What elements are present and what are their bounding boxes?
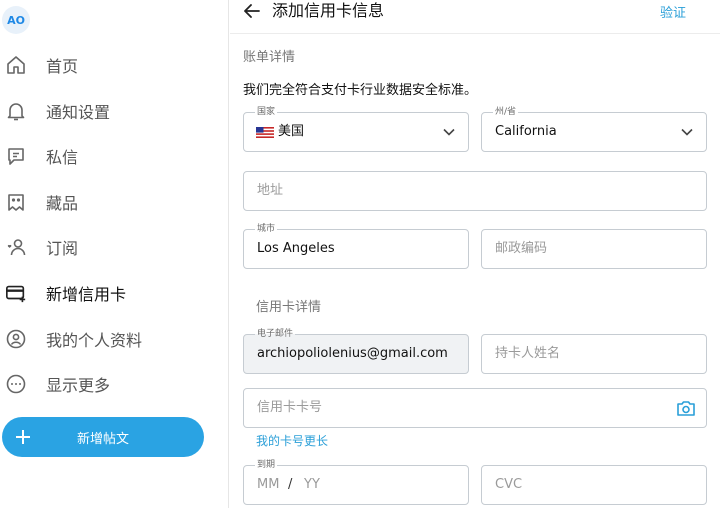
country-select[interactable]: 国家 美国: [243, 106, 469, 152]
avatar[interactable]: AO: [2, 6, 30, 34]
home-icon: [5, 54, 27, 76]
city-value: Los Angeles: [257, 241, 335, 256]
sidebar-item-label: 通知设置: [46, 103, 111, 122]
sidebar-item-notifications[interactable]: 通知设置: [0, 91, 225, 131]
main-content: 添加信用卡信息 验证 账单详情 我们完全符合支付卡行业数据安全标准。 国家 美国…: [230, 0, 720, 508]
sidebar-item-home[interactable]: 首页: [0, 45, 225, 85]
sidebar-item-label: 首页: [46, 57, 79, 76]
chevron-down-icon: [443, 128, 455, 136]
expiry-separator: /: [288, 477, 293, 492]
arrow-left-icon: [244, 4, 260, 18]
profile-icon: [5, 328, 27, 350]
new-post-label: 新增帖文: [76, 431, 129, 447]
sidebar-item-subscriptions[interactable]: 订阅: [0, 227, 225, 267]
more-icon: [5, 373, 27, 395]
security-note: 我们完全符合支付卡行业数据安全标准。: [243, 83, 478, 98]
sidebar-item-more[interactable]: 显示更多: [0, 364, 225, 404]
sidebar-item-add-credit-card[interactable]: 新增信用卡: [0, 273, 225, 313]
credit-card-add-icon: [5, 282, 27, 304]
new-post-button[interactable]: 新增帖文: [2, 417, 204, 457]
sidebar-item-label: 显示更多: [46, 376, 111, 395]
message-icon: [5, 145, 27, 167]
state-value: California: [495, 124, 557, 139]
zip-placeholder: 邮政编码: [495, 241, 548, 256]
expiry-input[interactable]: 到期 MM / YY: [243, 459, 469, 505]
cvc-placeholder: CVC: [495, 477, 523, 492]
zip-input[interactable]: 邮政编码: [481, 229, 707, 269]
expiry-year-placeholder: YY: [304, 477, 320, 492]
cvc-input[interactable]: CVC: [481, 465, 707, 505]
us-flag-icon: [256, 127, 274, 138]
page-header: 添加信用卡信息 验证: [230, 0, 720, 34]
back-button[interactable]: [240, 0, 264, 22]
sidebar-item-label: 订阅: [46, 239, 79, 258]
sidebar-item-label: 藏品: [46, 194, 79, 213]
card-number-input[interactable]: 信用卡卡号: [243, 388, 707, 428]
card-number-placeholder: 信用卡卡号: [257, 400, 323, 415]
camera-icon[interactable]: [676, 399, 696, 417]
sidebar-item-label: 新增信用卡: [46, 285, 127, 304]
billing-section-title: 账单详情: [243, 50, 296, 65]
chevron-down-icon: [681, 128, 693, 136]
sidebar-item-collections[interactable]: 藏品: [0, 182, 225, 222]
sidebar-item-label: 私信: [46, 148, 79, 167]
state-select[interactable]: 州/省 California: [481, 106, 707, 152]
subscriptions-icon: [5, 236, 27, 258]
sidebar-item-label: 我的个人资料: [46, 331, 143, 350]
sidebar-item-profile[interactable]: 我的个人资料: [0, 319, 225, 359]
cardholder-name-input[interactable]: 持卡人姓名: [481, 334, 707, 374]
email-value: archiopoliolenius@gmail.com: [257, 346, 448, 361]
expiry-month-placeholder: MM: [257, 477, 280, 492]
card-section-title: 信用卡详情: [256, 300, 322, 315]
country-label: 国家: [255, 106, 278, 118]
verify-link[interactable]: 验证: [660, 2, 686, 21]
address-placeholder: 地址: [257, 183, 284, 198]
country-value: 美国: [278, 124, 305, 139]
email-field: 电子邮件 archiopoliolenius@gmail.com: [243, 328, 469, 374]
sidebar: AO 首页 通知设置 私信 藏品 订阅 新增信用卡 我的个人资料 显示更多 新增…: [0, 0, 229, 508]
cardholder-placeholder: 持卡人姓名: [495, 346, 561, 361]
collection-icon: [5, 191, 27, 213]
city-input[interactable]: 城市 Los Angeles: [243, 223, 469, 269]
longer-card-number-link[interactable]: 我的卡号更长: [256, 432, 328, 449]
address-input[interactable]: 地址: [243, 171, 707, 211]
sidebar-item-messages[interactable]: 私信: [0, 136, 225, 176]
page-title: 添加信用卡信息: [272, 1, 385, 20]
bell-icon: [5, 100, 27, 122]
